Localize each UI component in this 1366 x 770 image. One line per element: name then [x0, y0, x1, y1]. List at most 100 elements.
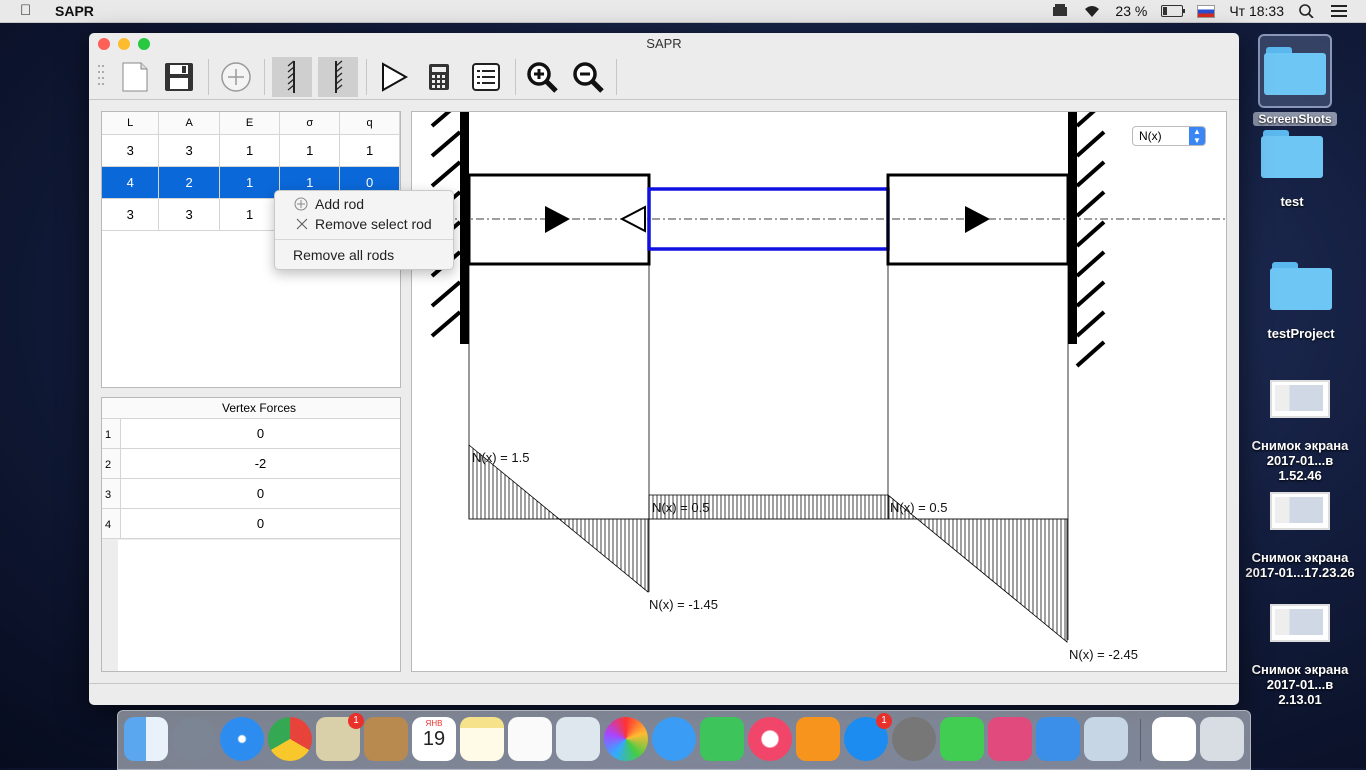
torrent-file-icon[interactable]	[1152, 717, 1196, 761]
table-cell[interactable]: 0	[121, 479, 400, 508]
menu-item-label: Add rod	[315, 196, 365, 212]
column-header-e[interactable]: E	[219, 112, 281, 135]
input-source-flag-icon[interactable]	[1197, 4, 1216, 18]
notification-center-icon[interactable]	[1330, 4, 1348, 18]
launchpad-icon[interactable]	[172, 717, 216, 761]
desktop-folder-test[interactable]: test	[1237, 130, 1347, 209]
epure-type-select[interactable]: N(x) ▲ ▼	[1132, 126, 1206, 146]
desktop-folder-testproject[interactable]: testProject	[1246, 262, 1356, 341]
cleanmymac-icon[interactable]	[988, 717, 1032, 761]
column-header-a[interactable]: A	[158, 112, 220, 135]
row-index: 2	[102, 449, 121, 478]
column-header-sigma[interactable]: σ	[279, 112, 341, 135]
table-row[interactable]: 2 -2	[102, 449, 400, 479]
menu-item-remove-all-rods[interactable]: Remove all rods	[275, 245, 453, 265]
finder-icon[interactable]	[124, 717, 168, 761]
table-row[interactable]: 3 0	[102, 479, 400, 509]
menu-item-remove-select-rod[interactable]: Remove select rod	[275, 214, 453, 234]
run-button[interactable]	[374, 57, 414, 97]
photos-icon[interactable]	[604, 717, 648, 761]
left-support-icon	[287, 60, 295, 93]
table-row[interactable]: 3 3 1 1 1	[102, 134, 400, 167]
desktop-screenshot-2[interactable]: Снимок экрана 2017-01...17.23.26	[1245, 492, 1355, 580]
calculator-button[interactable]	[419, 57, 459, 97]
right-support-button[interactable]	[318, 57, 358, 97]
clock[interactable]: Чт 18:33	[1229, 3, 1284, 19]
table-cell[interactable]: 0	[121, 419, 400, 448]
column-header-q[interactable]: q	[339, 112, 400, 135]
itunes-icon[interactable]	[748, 717, 792, 761]
reminders-icon[interactable]	[508, 717, 552, 761]
mail-badge: 1	[348, 713, 364, 729]
screenshot-thumbnail-icon	[1270, 604, 1330, 642]
add-circle-icon	[221, 62, 251, 92]
new-file-button[interactable]	[115, 57, 155, 97]
close-icon[interactable]	[98, 38, 110, 50]
distributed-load-arrow-icon	[965, 206, 990, 233]
wifi-icon[interactable]	[1083, 4, 1101, 18]
mail-icon[interactable]: 1	[316, 713, 364, 761]
messages-icon[interactable]	[652, 717, 696, 761]
facetime-icon[interactable]	[700, 717, 744, 761]
toolbar-separator	[264, 59, 265, 95]
zoom-out-button[interactable]	[568, 57, 608, 97]
desktop-screenshot-3[interactable]: Снимок экрана 2017-01...в 2.13.01	[1245, 604, 1355, 707]
table-row[interactable]: 1 0	[102, 419, 400, 449]
desktop-screenshot-1[interactable]: Снимок экрана 2017-01...в 1.52.46	[1245, 380, 1355, 483]
instruments-icon[interactable]	[1084, 717, 1128, 761]
node-force-arrow-icon	[619, 205, 646, 233]
chevron-updown-icon: ▲ ▼	[1189, 127, 1205, 145]
toolbar-separator	[616, 59, 617, 95]
table-cell[interactable]: 1	[219, 166, 281, 199]
battery-icon[interactable]	[1161, 5, 1186, 17]
notes-icon[interactable]	[460, 717, 504, 761]
table-cell[interactable]: 4	[102, 166, 160, 199]
app-store-icon[interactable]: 1	[844, 713, 892, 761]
table-cell[interactable]: 0	[121, 509, 400, 538]
list-button[interactable]	[466, 57, 506, 97]
table-row[interactable]: 4 0	[102, 509, 400, 539]
contacts-icon[interactable]	[364, 717, 408, 761]
safari-icon[interactable]	[220, 717, 264, 761]
system-preferences-icon[interactable]	[892, 717, 936, 761]
time-machine-icon[interactable]	[1051, 4, 1069, 18]
row-index: 3	[102, 479, 121, 508]
apple-icon[interactable]: 	[20, 2, 31, 19]
trash-icon[interactable]	[1200, 717, 1244, 761]
screenshot-thumbnail-icon	[1270, 380, 1330, 418]
calendar-icon[interactable]: ЯНВ 19	[412, 717, 456, 761]
save-button[interactable]	[159, 57, 199, 97]
add-rod-button[interactable]	[216, 57, 256, 97]
column-header-l[interactable]: L	[102, 112, 160, 135]
menu-item-add-rod[interactable]: Add rod	[275, 194, 453, 214]
status-area: 23 % Чт 18:33	[1051, 3, 1348, 19]
table-cell[interactable]: 1	[219, 134, 281, 167]
table-cell[interactable]: 3	[102, 198, 160, 231]
app-menu[interactable]: SAPR	[55, 3, 94, 19]
ibooks-icon[interactable]	[796, 717, 840, 761]
table-cell[interactable]: 3	[102, 134, 160, 167]
zoom-window-icon[interactable]	[138, 38, 150, 50]
diagram-canvas[interactable]: N(x) = 1.5 N(x) = 0.5 N(x) = 0.5 N(x) = …	[411, 111, 1227, 672]
table-empty-area	[118, 540, 400, 671]
table-cell[interactable]: 3	[158, 134, 220, 167]
xcode-icon[interactable]	[1036, 717, 1080, 761]
qt-creator-icon[interactable]	[940, 717, 984, 761]
preview-icon[interactable]	[556, 717, 600, 761]
table-cell[interactable]: -2	[121, 449, 400, 478]
table-cell[interactable]: 1	[219, 198, 281, 231]
table-cell[interactable]: 3	[158, 198, 220, 231]
battery-percent[interactable]: 23 %	[1115, 3, 1147, 19]
desktop-label: ScreenShots	[1253, 112, 1337, 126]
table-cell[interactable]: 1	[339, 134, 400, 167]
table-cell[interactable]: 2	[158, 166, 220, 199]
table-cell[interactable]: 1	[279, 134, 341, 167]
minimize-icon[interactable]	[118, 38, 130, 50]
folder-icon	[1270, 262, 1332, 310]
zoom-in-button[interactable]	[522, 57, 562, 97]
spotlight-search-icon[interactable]	[1298, 4, 1316, 18]
chrome-icon[interactable]	[268, 717, 312, 761]
desktop-folder-screenshots[interactable]: ScreenShots	[1240, 34, 1350, 126]
vertex-forces-header[interactable]: Vertex Forces	[118, 398, 400, 419]
left-support-button[interactable]	[272, 57, 312, 97]
